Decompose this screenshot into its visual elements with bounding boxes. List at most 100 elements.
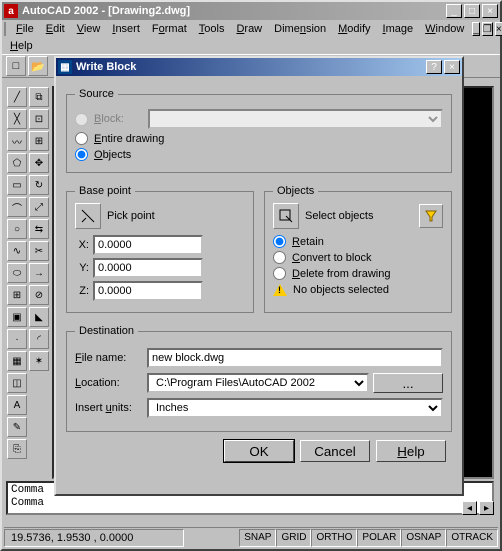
warning-icon — [273, 284, 287, 296]
polygon-icon[interactable]: ⬠ — [7, 153, 27, 173]
menu-format[interactable]: Format — [146, 22, 193, 36]
quick-select-button[interactable] — [419, 204, 443, 228]
minimize-button[interactable]: _ — [446, 4, 462, 18]
command-line-2: Comma — [11, 497, 489, 510]
menu-window[interactable]: Window — [419, 22, 470, 36]
source-entire-row[interactable]: Entire drawing — [75, 132, 443, 145]
block-icon[interactable]: ▣ — [7, 307, 27, 327]
pick-point-button[interactable] — [75, 203, 101, 229]
toggle-ortho[interactable]: ORTHO — [311, 529, 357, 547]
break-icon[interactable]: ⊘ — [29, 285, 49, 305]
toggle-snap[interactable]: SNAP — [239, 529, 276, 547]
z-input[interactable] — [93, 281, 203, 301]
menubar-row2: Help — [2, 38, 500, 54]
erase-icon[interactable]: ✎ — [7, 417, 27, 437]
toggle-osnap[interactable]: OSNAP — [401, 529, 446, 547]
toggle-polar[interactable]: POLAR — [357, 529, 401, 547]
spline-icon[interactable]: ∿ — [7, 241, 27, 261]
mdi-close-button[interactable]: × — [495, 22, 502, 36]
location-combo[interactable]: C:\Program Files\AutoCAD 2002 — [147, 373, 369, 393]
browse-button[interactable]: ... — [373, 373, 443, 393]
dialog-help-button[interactable]: ? — [426, 60, 442, 74]
new-icon[interactable]: □ — [6, 56, 26, 76]
basepoint-legend: Base point — [75, 185, 135, 197]
scroll-right-icon[interactable]: ▸ — [479, 501, 494, 515]
region-icon[interactable]: ◫ — [7, 373, 27, 393]
toggle-otrack[interactable]: OTRACK — [446, 529, 498, 547]
copy-icon[interactable]: ⎘ — [7, 439, 27, 459]
radio-retain[interactable] — [273, 235, 286, 248]
text-icon[interactable]: A — [7, 395, 27, 415]
insert-icon[interactable]: ⊞ — [7, 285, 27, 305]
line-icon[interactable]: ╱ — [7, 87, 27, 107]
fillet-icon[interactable]: ◜ — [29, 329, 49, 349]
scroll-left-icon[interactable]: ◂ — [462, 501, 477, 515]
close-button[interactable]: × — [482, 4, 498, 18]
location-label: Location: — [75, 377, 147, 389]
menu-file[interactable]: File — [10, 22, 40, 36]
menu-view[interactable]: View — [71, 22, 107, 36]
select-objects-button[interactable] — [273, 203, 299, 229]
source-objects-row[interactable]: Objects — [75, 148, 443, 161]
menu-edit[interactable]: Edit — [40, 22, 71, 36]
rotate-icon[interactable]: ↻ — [29, 175, 49, 195]
hatch-icon[interactable]: ▦ — [7, 351, 27, 371]
extend-icon[interactable]: → — [29, 263, 49, 283]
filename-input[interactable] — [147, 348, 443, 368]
mdi-restore-button[interactable]: ❐ — [482, 22, 493, 36]
dialog-titlebar[interactable]: ▦ Write Block ? × — [56, 58, 462, 76]
ok-button[interactable]: OK — [224, 440, 294, 462]
circle-icon[interactable]: ○ — [7, 219, 27, 239]
toggle-grid[interactable]: GRID — [276, 529, 311, 547]
select-objects-icon — [278, 208, 294, 224]
menu-image[interactable]: Image — [377, 22, 420, 36]
menu-tools[interactable]: Tools — [193, 22, 231, 36]
open-icon[interactable]: 📂 — [28, 56, 48, 76]
menu-help[interactable]: Help — [4, 39, 39, 53]
app-titlebar[interactable]: a AutoCAD 2002 - [Drawing2.dwg] _ □ × — [2, 2, 500, 20]
select-objects-label: Select objects — [305, 210, 373, 222]
radio-entire-drawing[interactable] — [75, 132, 88, 145]
mirror-icon[interactable]: ⧉ — [29, 87, 49, 107]
rectangle-icon[interactable]: ▭ — [7, 175, 27, 195]
source-legend: Source — [75, 88, 118, 100]
maximize-button[interactable]: □ — [464, 4, 480, 18]
pick-point-icon — [80, 208, 96, 224]
radio-delete[interactable] — [273, 267, 286, 280]
basepoint-group: Base point Pick point X: Y: Z: — [66, 185, 254, 313]
help-button[interactable]: Help — [376, 440, 446, 462]
pline-icon[interactable]: 〰 — [7, 131, 27, 151]
cancel-button[interactable]: Cancel — [300, 440, 370, 462]
menu-draw[interactable]: Draw — [230, 22, 268, 36]
app-title: AutoCAD 2002 - [Drawing2.dwg] — [22, 5, 444, 17]
dialog-close-button[interactable]: × — [444, 60, 460, 74]
scale-icon[interactable]: ⤢ — [29, 197, 49, 217]
arc-icon[interactable]: ⌒ — [7, 197, 27, 217]
ellipse-icon[interactable]: ⬭ — [7, 263, 27, 283]
radio-convert[interactable] — [273, 251, 286, 264]
menu-modify[interactable]: Modify — [332, 22, 376, 36]
radio-block — [75, 113, 88, 126]
draw-toolbar: ╱ ╳ 〰 ⬠ ▭ ⌒ ○ ∿ ⬭ ⊞ ▣ · ▦ ◫ A ✎ ⎘ ⧉ ⊡ ⊞ … — [6, 86, 50, 479]
menu-insert[interactable]: Insert — [106, 22, 146, 36]
move-icon[interactable]: ✥ — [29, 153, 49, 173]
y-input[interactable] — [93, 258, 203, 278]
units-label: Insert units: — [75, 402, 147, 414]
menu-dimension[interactable]: Dimension — [268, 22, 332, 36]
radio-objects[interactable] — [75, 148, 88, 161]
radio-convert-label: Convert to block — [292, 252, 372, 264]
units-combo[interactable]: Inches — [147, 398, 443, 418]
block-combo — [148, 109, 443, 129]
document-icon — [4, 22, 6, 36]
filename-label: File name: — [75, 352, 147, 364]
explode-icon[interactable]: ✶ — [29, 351, 49, 371]
array-icon[interactable]: ⊞ — [29, 131, 49, 151]
mdi-minimize-button[interactable]: _ — [472, 22, 480, 36]
offset-icon[interactable]: ⊡ — [29, 109, 49, 129]
xline-icon[interactable]: ╳ — [7, 109, 27, 129]
chamfer-icon[interactable]: ◣ — [29, 307, 49, 327]
point-icon[interactable]: · — [7, 329, 27, 349]
trim-icon[interactable]: ✂ — [29, 241, 49, 261]
stretch-icon[interactable]: ⇆ — [29, 219, 49, 239]
x-input[interactable] — [93, 235, 203, 255]
